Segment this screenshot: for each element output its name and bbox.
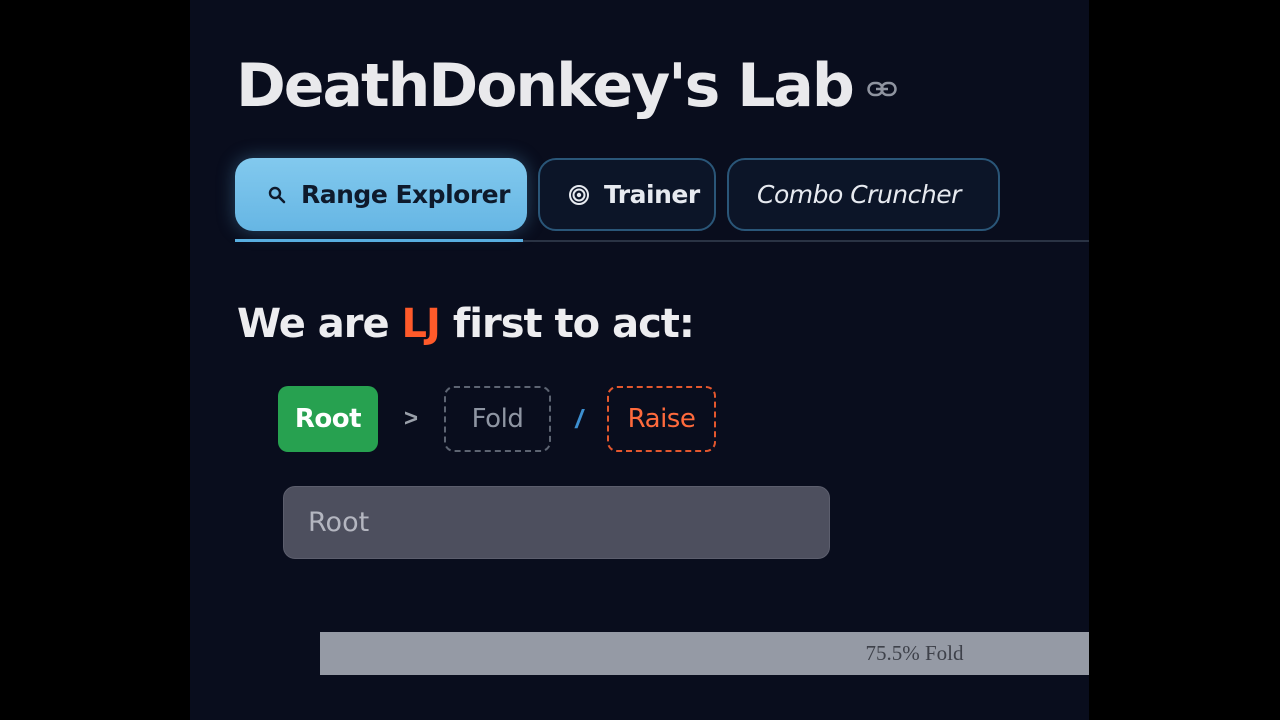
fold-option[interactable]: Fold: [444, 386, 551, 452]
search-icon: [267, 185, 287, 205]
heading-prefix: We are: [237, 301, 390, 347]
active-tab-indicator: [235, 239, 523, 242]
tab-range-explorer[interactable]: Range Explorer: [235, 158, 527, 231]
tab-label: Combo Cruncher: [757, 180, 961, 209]
node-path-field[interactable]: Root: [283, 486, 830, 559]
action-breadcrumb: Root > Fold / Raise: [278, 386, 716, 452]
raise-option[interactable]: Raise: [607, 386, 716, 452]
option-separator: /: [575, 403, 583, 434]
fold-frequency-bar: 75.5% Fold: [320, 632, 1089, 675]
tab-label: Range Explorer: [301, 180, 510, 209]
tab-divider: [523, 240, 1089, 242]
heading-suffix: first to act:: [452, 301, 695, 347]
target-icon: [568, 184, 590, 206]
tab-trainer[interactable]: Trainer: [538, 158, 716, 231]
position-label: LJ: [401, 301, 441, 347]
root-chip[interactable]: Root: [278, 386, 378, 452]
tab-bar: Range Explorer Trainer Combo Cruncher: [235, 158, 1000, 231]
situation-heading: We are LJ first to act:: [237, 296, 695, 352]
page-title: DeathDonkey's Lab: [236, 51, 855, 121]
tab-label: Trainer: [604, 180, 700, 209]
app-window: DeathDonkey's Lab Range Explorer Trainer…: [190, 0, 1089, 720]
fold-frequency-label: 75.5% Fold: [865, 641, 964, 665]
title-row: DeathDonkey's Lab: [236, 48, 897, 124]
tab-combo-cruncher[interactable]: Combo Cruncher: [727, 158, 1000, 231]
breadcrumb-separator: >: [403, 405, 418, 432]
link-icon[interactable]: [867, 80, 897, 98]
